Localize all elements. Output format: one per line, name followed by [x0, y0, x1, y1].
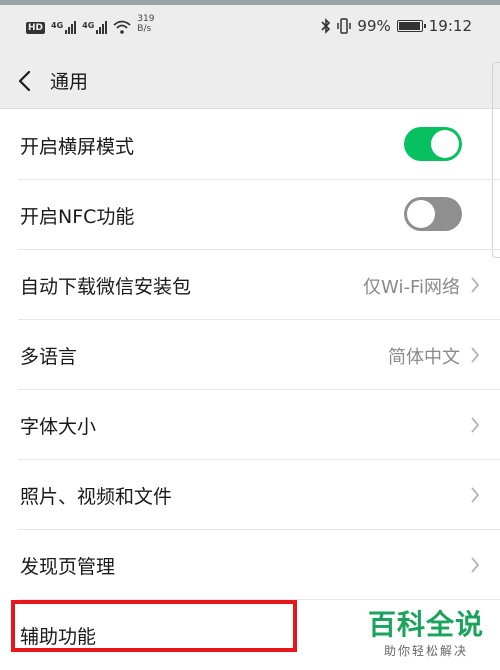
setting-label: 照片、视频和文件 [20, 486, 173, 508]
hd-badge: HD [26, 22, 46, 34]
network-type-label: 4G [51, 21, 64, 30]
nfc-toggle[interactable] [404, 197, 462, 231]
status-bar: HD 4G 4G 319 B/s 99% 19:12 [0, 0, 500, 54]
battery-fill [398, 22, 420, 30]
chevron-right-icon [471, 557, 480, 573]
network-speed: 319 B/s [137, 14, 154, 34]
chevron-left-icon[interactable] [14, 68, 38, 94]
signal-icon-2: 4G [82, 21, 108, 34]
status-right-group: 99% 19:12 [321, 17, 472, 35]
setting-nfc: 开启NFC功能 [18, 180, 500, 250]
setting-label: 自动下载微信安装包 [20, 276, 192, 298]
nav-bar: 通用 [0, 54, 500, 109]
setting-auto-download[interactable]: 自动下载微信安装包 仅Wi-Fi网络 [18, 250, 500, 320]
settings-list: 开启横屏模式 开启NFC功能 自动下载微信安装包 仅Wi-Fi网络 多语言 简体… [0, 110, 500, 670]
setting-label: 发现页管理 [20, 556, 116, 578]
setting-language[interactable]: 多语言 简体中文 [18, 320, 500, 390]
highlight-box [11, 600, 297, 652]
status-bar-top-edge [0, 0, 500, 5]
toggle-knob [407, 200, 435, 228]
setting-label: 多语言 [20, 346, 78, 368]
chevron-right-icon [471, 277, 480, 293]
chevron-right-icon [471, 487, 480, 503]
battery-icon [396, 20, 426, 32]
battery-percent: 99% [357, 17, 391, 35]
network-speed-value: 319 [137, 14, 155, 24]
clock: 19:12 [428, 17, 472, 35]
watermark-sub: 助你轻松解决 [383, 644, 468, 658]
setting-media-files[interactable]: 照片、视频和文件 [18, 460, 500, 530]
setting-label: 字体大小 [20, 416, 97, 438]
vibrate-icon [337, 18, 352, 34]
chevron-right-icon [471, 347, 480, 363]
bluetooth-icon [321, 18, 331, 34]
setting-value: 简体中文 [388, 347, 460, 368]
setting-font-size[interactable]: 字体大小 [18, 390, 500, 460]
chevron-right-icon [471, 417, 480, 433]
setting-landscape-mode: 开启横屏模式 [18, 110, 500, 180]
setting-discover-manage[interactable]: 发现页管理 [18, 530, 500, 600]
setting-value: 仅Wi-Fi网络 [363, 277, 460, 298]
watermark-main: 百科全说 [367, 608, 484, 641]
landscape-mode-toggle[interactable] [404, 127, 462, 161]
toggle-knob [431, 130, 459, 158]
watermark-logo: 百科全说 助你轻松解决 [368, 610, 484, 659]
setting-label: 开启横屏模式 [20, 136, 135, 158]
wifi-icon [113, 20, 131, 34]
page-title: 通用 [50, 71, 89, 93]
network-type-label-2: 4G [82, 21, 95, 30]
signal-icon: 4G [51, 21, 77, 34]
setting-label: 开启NFC功能 [20, 206, 135, 228]
network-speed-unit: B/s [137, 24, 152, 34]
status-left-group: HD 4G 4G 319 B/s [26, 14, 154, 34]
